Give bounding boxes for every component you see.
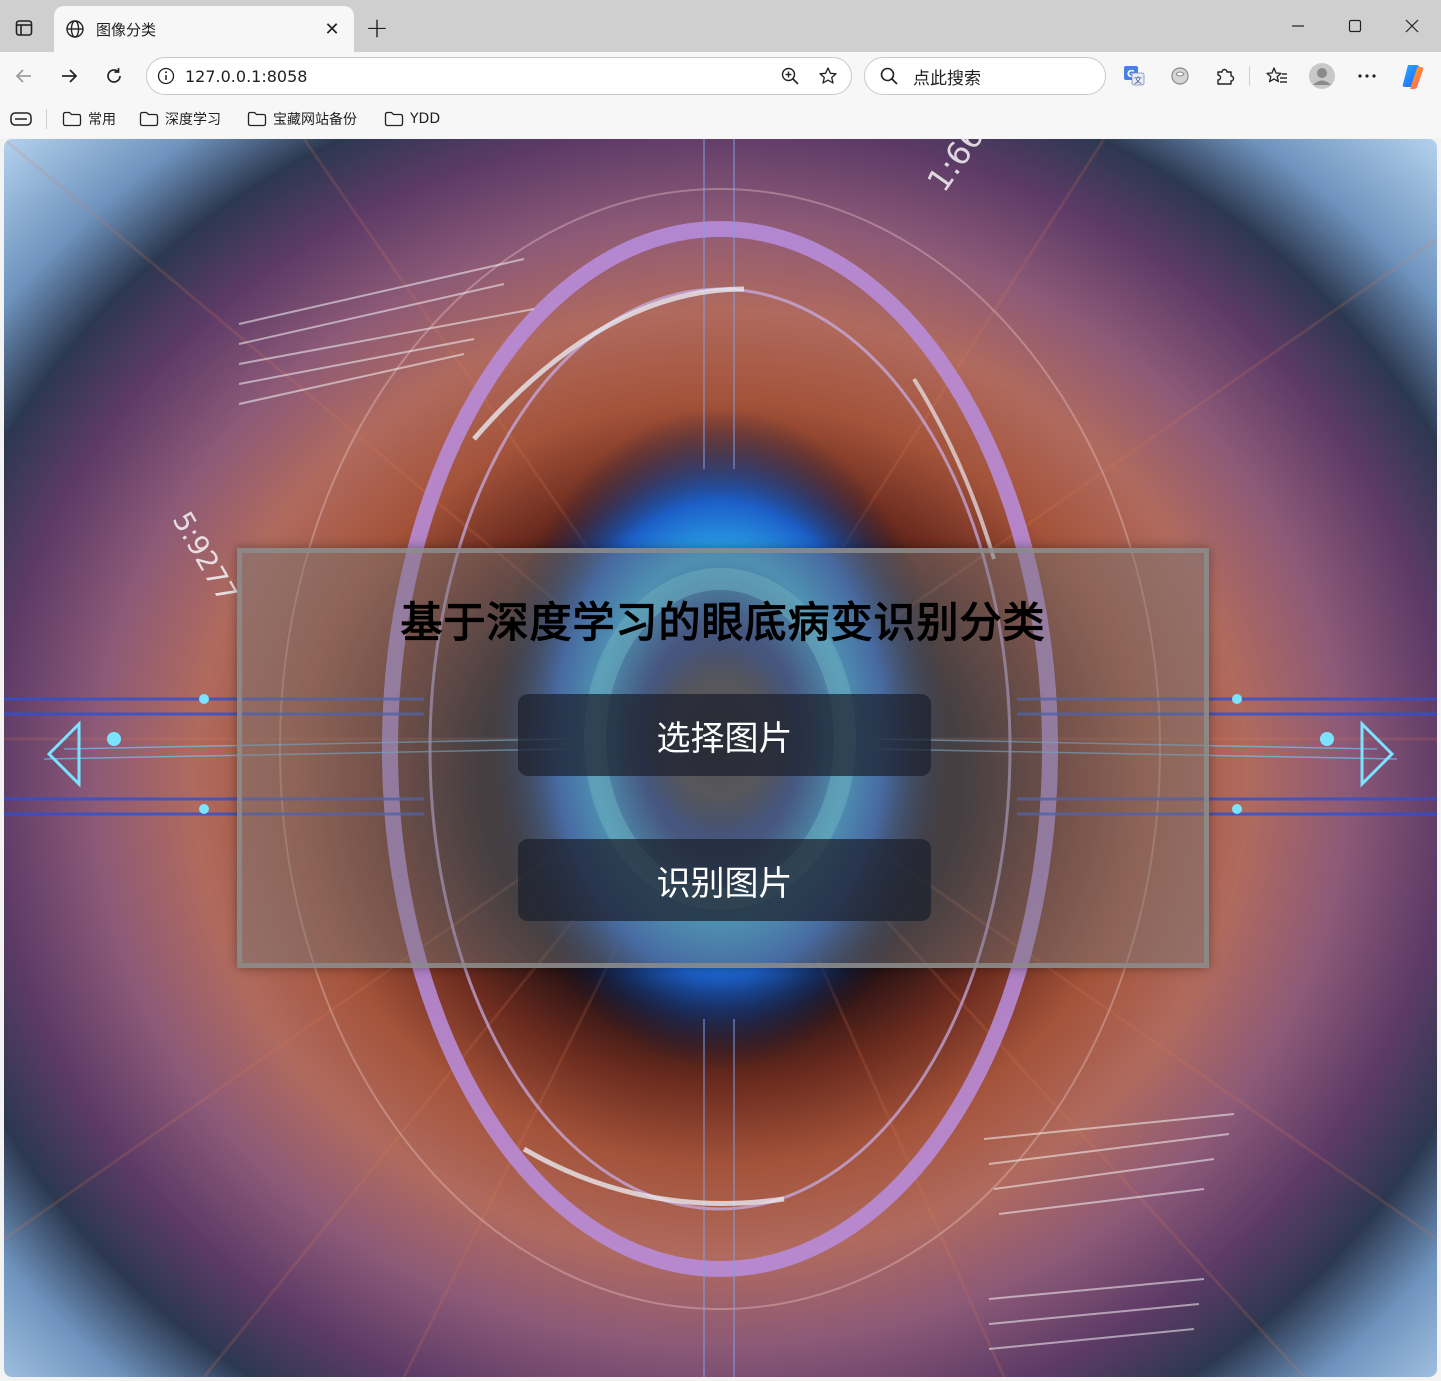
more-icon[interactable] — [1350, 60, 1384, 92]
bookmarks-separator — [46, 109, 47, 129]
page-title: 基于深度学习的眼底病变识别分类 — [400, 598, 1046, 647]
window-close-icon[interactable] — [1395, 10, 1429, 42]
translate-icon[interactable]: G文 — [1117, 60, 1151, 92]
tab-actions-icon[interactable] — [8, 12, 40, 44]
puzzle-icon[interactable] — [1208, 60, 1242, 92]
avatar-icon[interactable] — [1305, 60, 1339, 92]
select-image-button[interactable]: 选择图片 — [518, 694, 931, 776]
copilot-icon[interactable] — [1396, 60, 1430, 92]
close-icon[interactable]: ✕ — [318, 15, 346, 43]
star-icon[interactable] — [809, 60, 847, 92]
toolbar: 127.0.0.1:8058 点此搜索 G文 — [0, 52, 1441, 100]
search-icon — [865, 66, 913, 86]
folder-icon — [139, 111, 159, 127]
recognize-image-button[interactable]: 识别图片 — [518, 839, 931, 921]
search-box[interactable]: 点此搜索 — [864, 57, 1106, 95]
zoom-icon[interactable] — [771, 60, 809, 92]
bookmark-item[interactable]: 宝藏网站备份 — [247, 107, 357, 131]
bookmark-label: 宝藏网站备份 — [273, 112, 357, 128]
folder-icon — [247, 111, 267, 127]
back-arrow-icon[interactable] — [8, 60, 40, 92]
search-placeholder[interactable]: 点此搜索 — [913, 64, 981, 89]
bookmark-item[interactable]: 深度学习 — [139, 107, 221, 131]
svg-text:文: 文 — [1134, 75, 1142, 85]
page-viewport: 1:66 5:9277 基于深度学习的眼底病变识别分类 选择图片 识别图片 — [4, 139, 1437, 1377]
address-url[interactable]: 127.0.0.1:8058 — [185, 67, 771, 86]
folder-icon — [384, 111, 404, 127]
tab-active[interactable]: 图像分类 ✕ — [54, 6, 354, 52]
bookmark-item[interactable]: 常用 — [62, 107, 116, 131]
bookmark-item[interactable]: YDD — [384, 107, 440, 131]
tab-strip: 图像分类 ✕ + — [0, 0, 1441, 52]
globe-icon — [64, 18, 86, 40]
folder-icon — [62, 111, 82, 127]
address-bar[interactable]: 127.0.0.1:8058 — [146, 57, 852, 95]
tab-title: 图像分类 — [96, 20, 157, 39]
main-card: 基于深度学习的眼底病变识别分类 选择图片 识别图片 — [237, 548, 1209, 968]
info-icon[interactable] — [147, 67, 185, 85]
bookmarks-bar: 常用 深度学习 宝藏网站备份 YDD — [0, 100, 1441, 138]
bookmark-label: 深度学习 — [165, 112, 221, 128]
maximize-icon[interactable] — [1338, 10, 1372, 42]
bookmark-label: YDD — [410, 111, 441, 127]
reload-icon[interactable] — [98, 60, 130, 92]
extension-icon[interactable] — [1163, 60, 1197, 92]
decor-number-top: 1:66 — [919, 139, 991, 199]
bookmarks-toggle-icon[interactable] — [10, 107, 38, 131]
toolbar-separator — [1249, 66, 1250, 86]
minimize-icon[interactable] — [1281, 10, 1315, 42]
decor-number-left: 5:9277 — [166, 506, 244, 608]
plus-icon[interactable]: + — [362, 11, 392, 44]
bookmark-label: 常用 — [88, 112, 116, 128]
favorites-icon[interactable] — [1260, 60, 1294, 92]
forward-arrow-icon[interactable] — [53, 60, 85, 92]
